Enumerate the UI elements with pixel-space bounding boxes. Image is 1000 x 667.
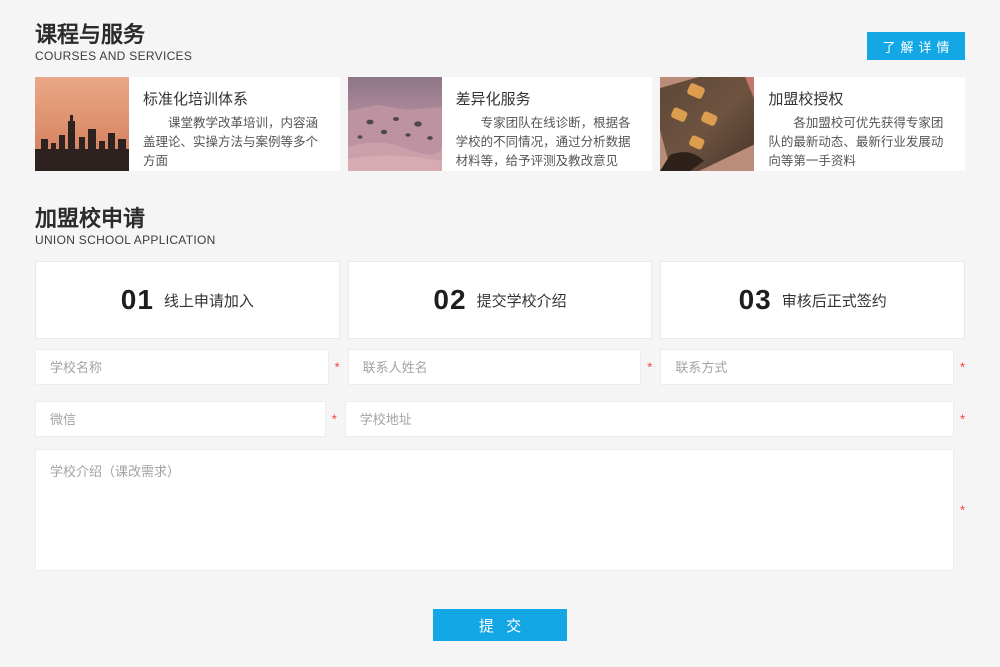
card-description: 各加盟校可优先获得专家团队的最新动态、最新行业发展动向等第一手资料: [768, 114, 951, 170]
school-name-field-wrap: *: [35, 349, 340, 385]
card-title: 标准化培训体系: [143, 88, 326, 109]
contact-method-input[interactable]: [660, 349, 954, 385]
desert-dusk-image: [348, 77, 442, 171]
contact-name-field-wrap: *: [348, 349, 653, 385]
card-body: 标准化培训体系 课堂教学改革培训，内容涵盖理论、实操方法与案例等多个方面: [129, 77, 340, 171]
required-asterisk: *: [647, 361, 652, 374]
services-section-header: 课程与服务 COURSES AND SERVICES 了解详情: [35, 20, 965, 64]
school-intro-textarea[interactable]: [35, 449, 954, 571]
required-asterisk: *: [335, 361, 340, 374]
services-subtitle: COURSES AND SERVICES: [35, 49, 965, 64]
submit-button[interactable]: 提 交: [433, 609, 567, 641]
city-skyline-sunset-image: [35, 77, 129, 171]
card-description: 专家团队在线诊断，根据各学校的不同情况，通过分析数据材料等，给予评测及教改意见: [456, 114, 639, 170]
wechat-input[interactable]: [35, 401, 326, 437]
application-steps: 01 线上申请加入 02 提交学校介绍 03 审核后正式签约: [35, 261, 965, 339]
step-number: 03: [739, 284, 772, 316]
card-body: 差异化服务 专家团队在线诊断，根据各学校的不同情况，通过分析数据材料等，给予评测…: [442, 77, 653, 171]
service-card-authorization: 加盟校授权 各加盟校可优先获得专家团队的最新动态、最新行业发展动向等第一手资料: [660, 77, 965, 171]
service-card-training: 标准化培训体系 课堂教学改革培训，内容涵盖理论、实操方法与案例等多个方面: [35, 77, 340, 171]
submit-row: 提 交: [35, 609, 965, 641]
application-title: 加盟校申请: [35, 204, 965, 233]
service-card-differentiated: 差异化服务 专家团队在线诊断，根据各学校的不同情况，通过分析数据材料等，给予评测…: [348, 77, 653, 171]
school-intro-field-wrap: *: [35, 449, 965, 571]
step-apply-online: 01 线上申请加入: [35, 261, 340, 339]
required-asterisk: *: [332, 413, 337, 426]
form-row-1: * * *: [35, 349, 965, 385]
service-cards: 标准化培训体系 课堂教学改革培训，内容涵盖理论、实操方法与案例等多个方面: [35, 77, 965, 171]
step-sign-contract: 03 审核后正式签约: [660, 261, 965, 339]
step-label: 审核后正式签约: [782, 290, 887, 311]
card-title: 加盟校授权: [768, 88, 951, 109]
required-asterisk: *: [960, 413, 965, 426]
film-strip-image: [660, 77, 754, 171]
school-address-input[interactable]: [345, 401, 954, 437]
application-subtitle: UNION SCHOOL APPLICATION: [35, 233, 965, 248]
page: 课程与服务 COURSES AND SERVICES 了解详情: [0, 0, 1000, 641]
required-asterisk: *: [960, 361, 965, 374]
application-section-header: 加盟校申请 UNION SCHOOL APPLICATION: [35, 204, 965, 248]
form-row-2: * *: [35, 401, 965, 437]
card-body: 加盟校授权 各加盟校可优先获得专家团队的最新动态、最新行业发展动向等第一手资料: [754, 77, 965, 171]
step-submit-intro: 02 提交学校介绍: [348, 261, 653, 339]
required-asterisk: *: [960, 504, 965, 517]
services-title: 课程与服务: [35, 20, 965, 49]
learn-more-button[interactable]: 了解详情: [867, 32, 965, 60]
wechat-field-wrap: *: [35, 401, 337, 437]
contact-method-field-wrap: *: [660, 349, 965, 385]
card-title: 差异化服务: [456, 88, 639, 109]
school-address-field-wrap: *: [345, 401, 965, 437]
card-description: 课堂教学改革培训，内容涵盖理论、实操方法与案例等多个方面: [143, 114, 326, 170]
form-row-3: *: [35, 449, 965, 571]
step-label: 提交学校介绍: [477, 290, 567, 311]
school-name-input[interactable]: [35, 349, 329, 385]
step-number: 01: [121, 284, 154, 316]
application-form: * * * * * *: [35, 349, 965, 641]
step-label: 线上申请加入: [164, 290, 254, 311]
contact-name-input[interactable]: [348, 349, 642, 385]
step-number: 02: [433, 284, 466, 316]
